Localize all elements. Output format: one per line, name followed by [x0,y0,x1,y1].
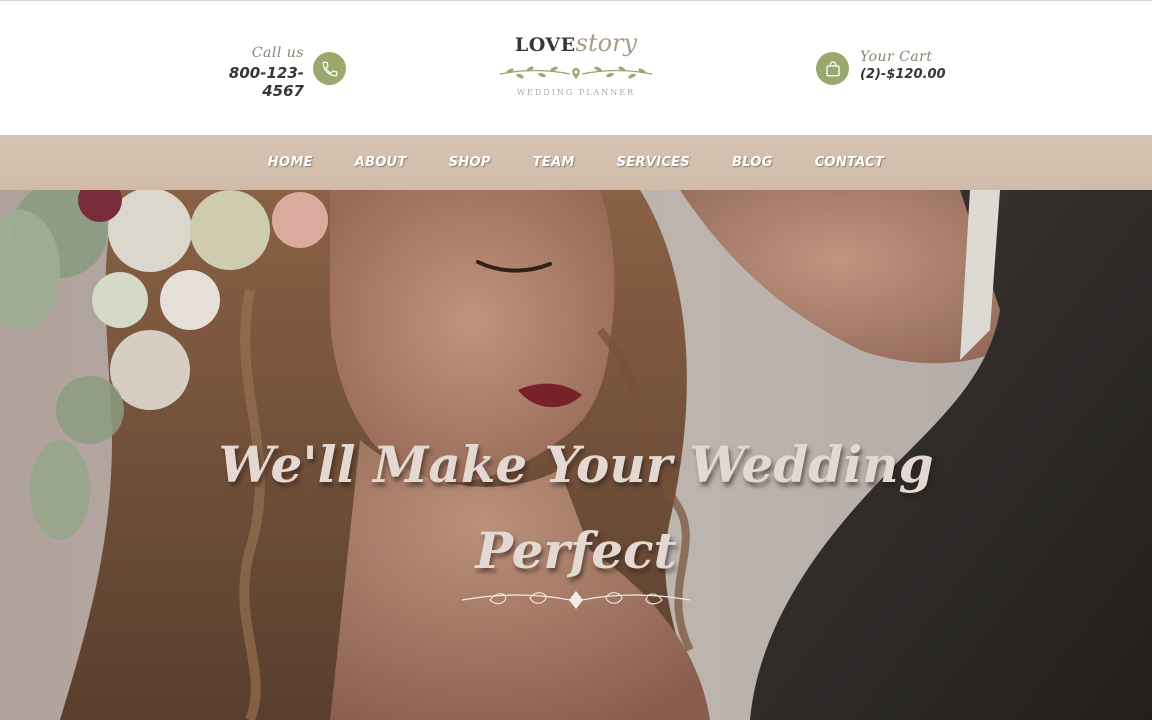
site-logo[interactable]: LOVEstory WEDDING PLANNER [496,31,656,111]
cart-label: Your Cart [860,49,933,65]
floral-divider-icon [461,591,691,609]
call-us-block[interactable]: Call us 800-123-4567 [200,45,350,100]
nav-item-about[interactable]: ABOUT [334,155,428,170]
nav-item-shop[interactable]: SHOP [428,155,512,170]
hero-title: We'll Make Your Wedding Perfect [176,422,976,594]
logo-wordmark: LOVEstory [496,31,656,61]
logo-subtitle: WEDDING PLANNER [516,88,636,97]
nav-item-blog[interactable]: BLOG [711,155,794,170]
main-navigation: HOME ABOUT SHOP TEAM SERVICES BLOG CONTA… [0,135,1152,190]
nav-item-home[interactable]: HOME [247,155,334,170]
hero-title-line2: Perfect [475,521,677,580]
hero-section: We'll Make Your Wedding Perfect [0,190,1152,720]
nav-item-contact[interactable]: CONTACT [794,155,906,170]
shopping-bag-icon[interactable] [816,52,849,85]
phone-number[interactable]: 800-123-4567 [200,64,304,100]
cart-text: Your Cart (2)-$120.00 [860,49,946,82]
floral-ornament-icon [499,66,653,79]
cart-block[interactable]: Your Cart (2)-$120.00 [816,49,976,99]
page: Call us 800-123-4567 LOVEstory WEDDING P… [0,0,1152,720]
cart-summary[interactable]: (2)-$120.00 [860,67,946,82]
call-us-text: Call us 800-123-4567 [200,45,304,100]
hero-title-line1: We'll Make Your Wedding [218,435,934,494]
phone-icon[interactable] [313,52,346,85]
logo-story-text: story [575,29,638,57]
nav-item-services[interactable]: SERVICES [596,155,711,170]
logo-love-text: LOVE [514,34,576,56]
site-header: Call us 800-123-4567 LOVEstory WEDDING P… [0,0,1152,135]
call-us-label: Call us [251,45,304,61]
nav-item-team[interactable]: TEAM [512,155,596,170]
